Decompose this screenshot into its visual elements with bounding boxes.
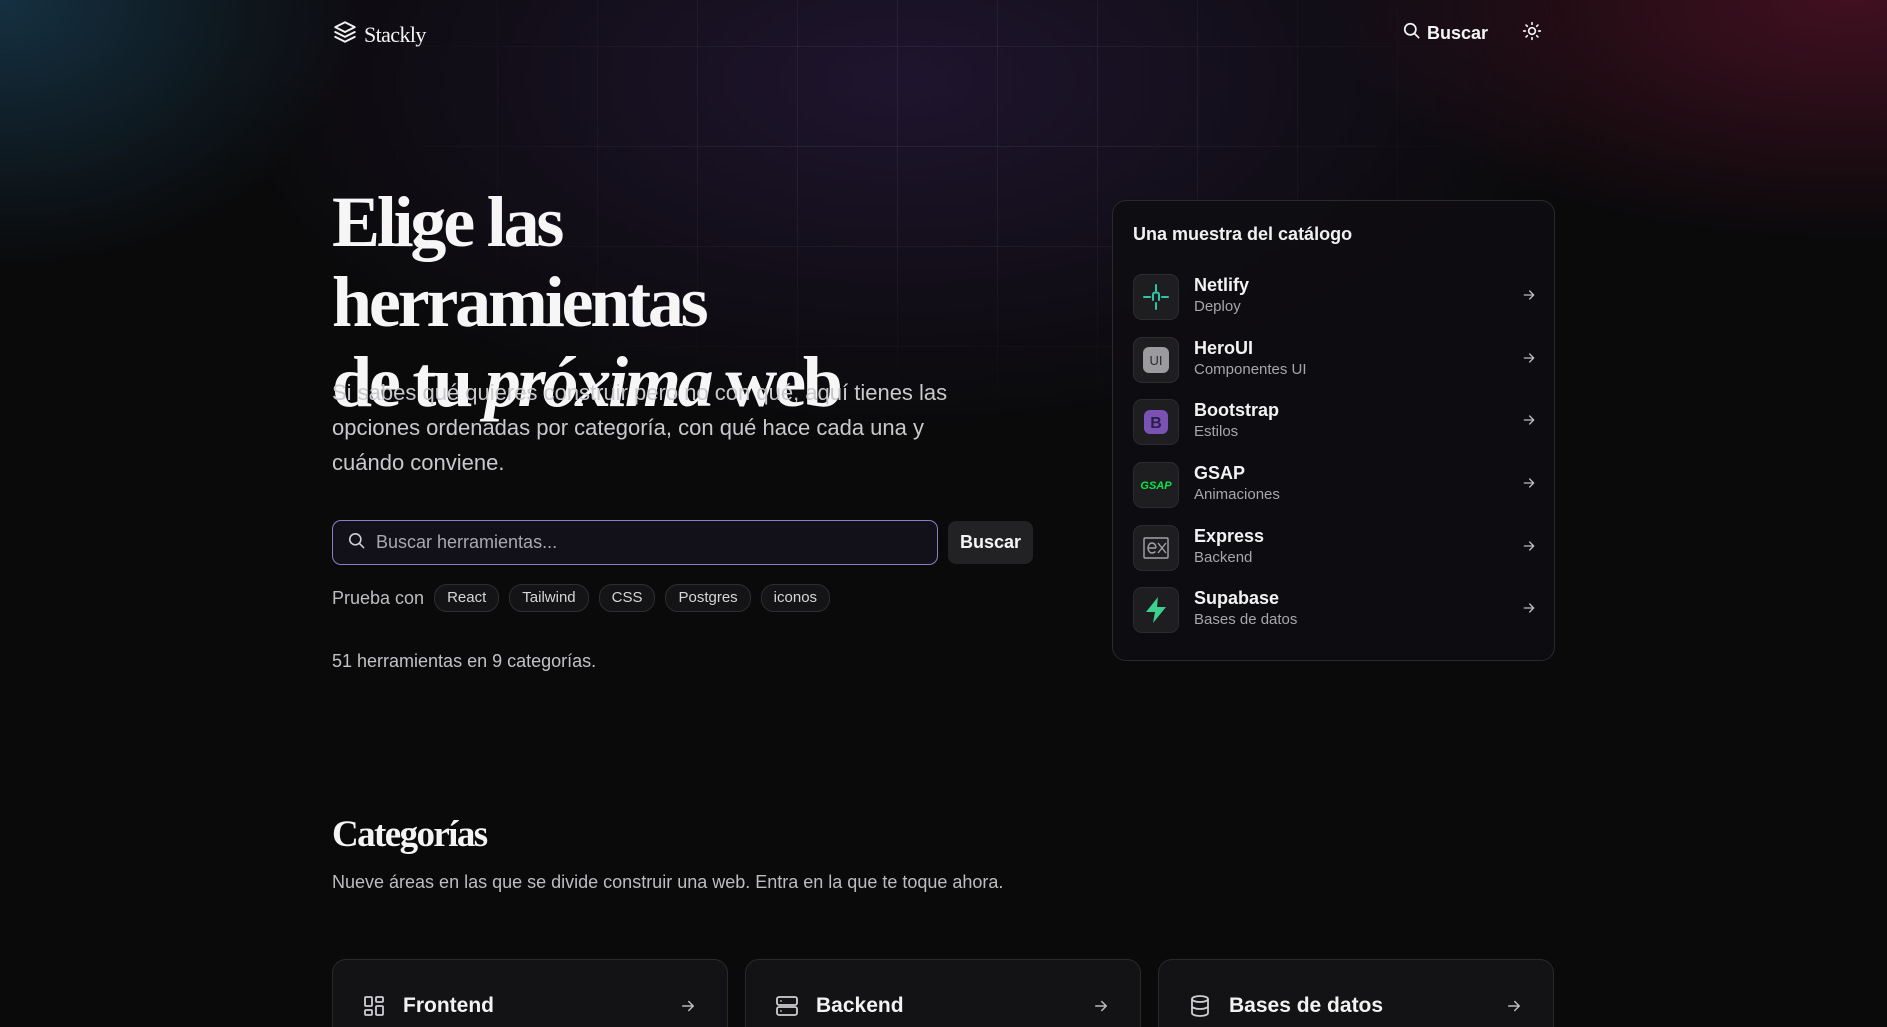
arrow-right-icon: [1521, 538, 1537, 559]
catalog-title: Una muestra del catálogo: [1133, 224, 1353, 244]
svg-text:UI: UI: [1150, 353, 1163, 368]
header-search-label: Buscar: [1427, 22, 1489, 43]
catalog-item-name: Bootstrap: [1194, 400, 1279, 420]
site-header: Stackly Buscar: [332, 14, 1557, 52]
arrow-right-icon: [1521, 412, 1537, 433]
arrow-right-icon: [1521, 287, 1537, 308]
bootstrap-icon: B: [1133, 399, 1179, 445]
catalog-item-gsap[interactable]: GSAP GSAP Animaciones: [1133, 459, 1537, 511]
suggestion-chip[interactable]: CSS: [598, 584, 656, 612]
tool-count: 51 herramientas en 9 categorías.: [332, 651, 597, 671]
arrow-right-icon: [1092, 997, 1110, 1020]
sun-icon: [1522, 21, 1542, 46]
layers-logo-icon: [332, 19, 358, 50]
suggestion-chip[interactable]: Tailwind: [509, 584, 589, 612]
database-icon: [1188, 994, 1212, 1023]
express-icon: [1133, 525, 1179, 571]
search-submit-button[interactable]: Buscar: [948, 521, 1033, 564]
hero-subtitle: Si sabes qué quieres construir pero no c…: [332, 380, 948, 475]
logo-text: Stackly: [364, 21, 426, 47]
category-card-backend[interactable]: Backend: [745, 959, 1141, 1027]
catalog-item-name: GSAP: [1194, 463, 1246, 483]
category-card-bases-de-datos[interactable]: Bases de datos: [1158, 959, 1554, 1027]
arrow-right-icon: [1505, 997, 1523, 1020]
arrow-right-icon: [679, 997, 697, 1020]
catalog-item-category: Backend: [1194, 549, 1253, 566]
category-card-label: Frontend: [403, 994, 494, 1017]
catalog-item-heroui[interactable]: UI HeroUI Componentes UI: [1133, 334, 1537, 386]
netlify-icon: [1133, 274, 1179, 320]
svg-text:B: B: [1150, 415, 1162, 432]
catalog-item-category: Bases de datos: [1194, 611, 1298, 628]
suggestion-row: Prueba con React Tailwind CSS Postgres i…: [332, 584, 831, 612]
catalog-item-netlify[interactable]: Netlify Deploy: [1133, 271, 1537, 323]
gsap-icon: GSAP: [1133, 462, 1179, 508]
catalog-item-category: Componentes UI: [1194, 361, 1307, 378]
search-icon: [347, 531, 366, 555]
catalog-item-name: Express: [1194, 526, 1265, 546]
server-icon: [775, 994, 799, 1023]
tool-search-box[interactable]: [332, 520, 938, 565]
header-search-button[interactable]: Buscar: [1402, 21, 1488, 45]
svg-text:GSAP: GSAP: [1140, 480, 1172, 492]
catalog-item-express[interactable]: Express Backend: [1133, 522, 1537, 574]
hero-title-line1: Elige las herramientas: [332, 182, 709, 342]
categories-subtitle: Nueve áreas en las que se divide constru…: [332, 872, 1004, 892]
arrow-right-icon: [1521, 350, 1537, 371]
catalog-item-category: Animaciones: [1194, 486, 1280, 503]
heroui-icon: UI: [1133, 337, 1179, 383]
category-card-frontend[interactable]: Frontend: [332, 959, 728, 1027]
arrow-right-icon: [1521, 475, 1537, 496]
suggestion-chip[interactable]: React: [434, 584, 500, 612]
theme-toggle[interactable]: [1519, 20, 1545, 46]
catalog-item-category: Deploy: [1194, 298, 1241, 315]
category-card-label: Backend: [816, 994, 904, 1017]
catalog-item-supabase[interactable]: Supabase Bases de datos: [1133, 584, 1537, 636]
catalog-item-bootstrap[interactable]: B Bootstrap Estilos: [1133, 396, 1537, 448]
catalog-item-category: Estilos: [1194, 423, 1239, 440]
catalog-item-name: Supabase: [1194, 588, 1280, 608]
suggestion-label: Prueba con: [332, 587, 425, 608]
logo[interactable]: Stackly: [332, 19, 426, 50]
categories-title: Categorías: [332, 814, 488, 855]
catalog-sample-card: Una muestra del catálogo Netlify Deploy …: [1112, 200, 1555, 661]
catalog-item-name: HeroUI: [1194, 338, 1254, 358]
search-icon: [1402, 21, 1421, 45]
catalog-item-name: Netlify: [1194, 275, 1250, 295]
arrow-right-icon: [1521, 600, 1537, 621]
supabase-icon: [1133, 587, 1179, 633]
suggestion-chip[interactable]: Postgres: [665, 584, 751, 612]
suggestion-chip[interactable]: iconos: [760, 584, 831, 612]
category-card-label: Bases de datos: [1229, 994, 1384, 1017]
tool-search-input[interactable]: [376, 532, 916, 553]
grid-icon: [362, 994, 386, 1023]
